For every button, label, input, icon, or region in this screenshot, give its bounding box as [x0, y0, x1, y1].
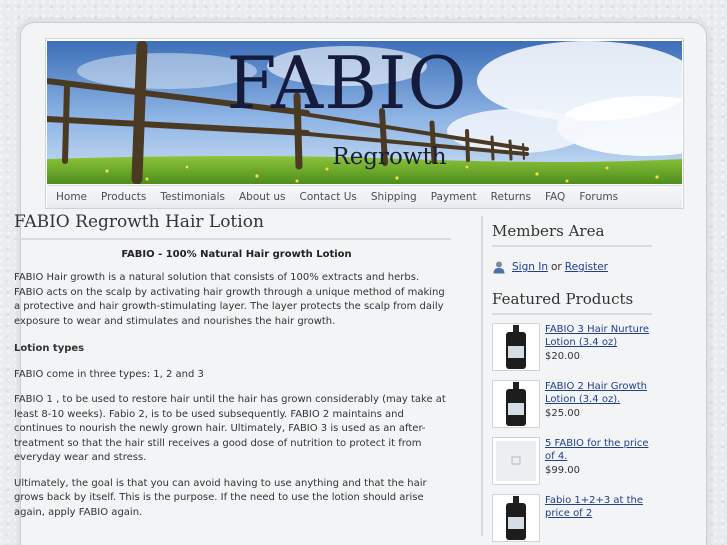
sidebar: Members Area Sign In or Register Feature…	[492, 222, 652, 543]
product-item: FABIO 2 Hair Growth Lotion (3.4 oz). $25…	[492, 380, 652, 429]
nav-shipping[interactable]: Shipping	[371, 191, 417, 203]
product-price: $25.00	[545, 408, 580, 419]
logo-title: FABIO	[226, 41, 468, 125]
nav-faq[interactable]: FAQ	[545, 191, 565, 203]
members-area-title: Members Area	[492, 222, 652, 247]
nav-products[interactable]: Products	[101, 191, 146, 203]
main-content: FABIO Regrowth Hair Lotion FABIO - 100% …	[14, 212, 459, 522]
product-link[interactable]: 5 FABIO for the price of 4.	[545, 437, 652, 463]
product-price: $20.00	[545, 351, 580, 362]
header: FABIO Regrowth Home Products Testimonial…	[45, 38, 684, 209]
bottle-icon[interactable]	[492, 380, 540, 428]
nav-payment[interactable]: Payment	[431, 191, 477, 203]
main-nav: Home Products Testimonials About us Cont…	[47, 185, 682, 208]
nav-returns[interactable]: Returns	[491, 191, 531, 203]
product-link[interactable]: FABIO 2 Hair Growth Lotion (3.4 oz).	[545, 380, 652, 406]
paragraph-intro: FABIO Hair growth is a natural solution …	[14, 272, 445, 327]
product-item: 5 FABIO for the price of 4. $99.00	[492, 437, 652, 486]
nav-contact-us[interactable]: Contact Us	[300, 191, 357, 203]
product-price: $99.00	[545, 465, 580, 476]
or-text: or	[551, 261, 562, 273]
banner-image: FABIO Regrowth	[47, 41, 682, 184]
product-link[interactable]: Fabio 1+2+3 at the price of 2	[545, 494, 652, 520]
paragraph-types: FABIO come in three types: 1, 2 and 3	[14, 368, 204, 380]
bottle-icon[interactable]	[492, 323, 540, 371]
nav-forums[interactable]: Forums	[579, 191, 618, 203]
bottle-icon[interactable]	[492, 494, 540, 542]
column-divider	[481, 216, 483, 536]
section-heading: Lotion types	[14, 343, 85, 354]
image-placeholder-icon[interactable]	[492, 437, 540, 485]
user-icon	[493, 261, 505, 274]
featured-products-title: Featured Products	[492, 290, 652, 315]
register-link[interactable]: Register	[565, 261, 608, 273]
nav-testimonials[interactable]: Testimonials	[160, 191, 225, 203]
nav-home[interactable]: Home	[56, 191, 87, 203]
logo-subtitle: Regrowth	[332, 144, 447, 170]
paragraph-usage: FABIO 1 , to be used to restore hair unt…	[14, 394, 446, 463]
product-link[interactable]: FABIO 3 Hair Nurture Lotion (3.4 oz)	[545, 323, 652, 349]
product-item: Fabio 1+2+3 at the price of 2	[492, 494, 652, 543]
lead-text: FABIO - 100% Natural Hair growth Lotion	[121, 249, 352, 260]
page-title: FABIO Regrowth Hair Lotion	[14, 212, 451, 240]
sign-in-link[interactable]: Sign In	[512, 261, 548, 273]
members-links: Sign In or Register	[492, 260, 652, 274]
product-item: FABIO 3 Hair Nurture Lotion (3.4 oz) $20…	[492, 323, 652, 372]
nav-about-us[interactable]: About us	[239, 191, 286, 203]
paragraph-goal: Ultimately, the goal is that you can avo…	[14, 477, 427, 518]
